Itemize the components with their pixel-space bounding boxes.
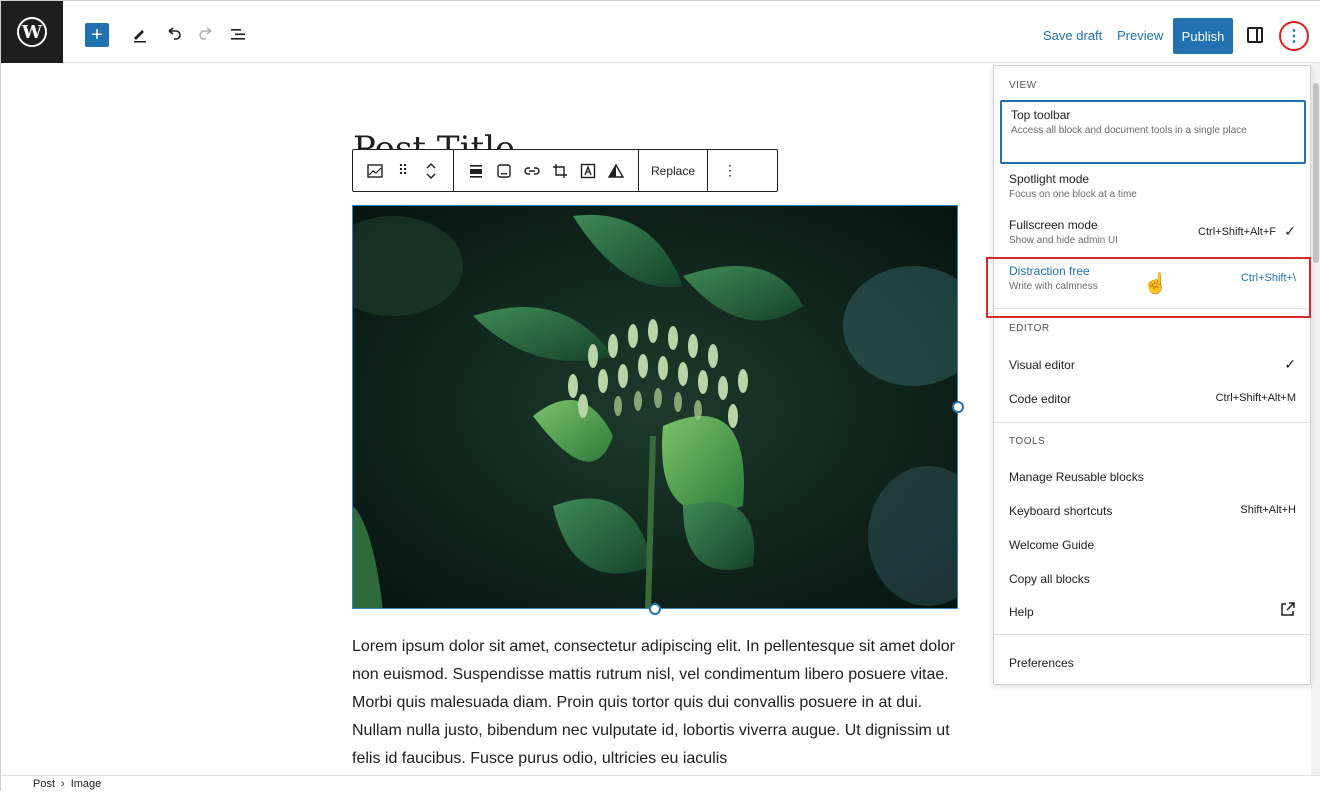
- chevron-right-icon: ›: [61, 778, 65, 790]
- menu-item-top-toolbar[interactable]: Top toolbar Access all block and documen…: [1000, 100, 1306, 164]
- list-view-icon: [231, 29, 245, 40]
- menu-divider: [994, 422, 1310, 423]
- editor-window: W + Save draft Preview Publish ⋮ Post Ti…: [0, 0, 1320, 792]
- checkmark-icon: ✓: [1284, 356, 1296, 372]
- menu-item-label: Copy all blocks: [1009, 572, 1090, 586]
- resize-handle-right[interactable]: [952, 401, 964, 413]
- move-up-down-icon[interactable]: [419, 159, 443, 183]
- save-draft-button[interactable]: Save draft: [1043, 28, 1102, 43]
- align-icon[interactable]: [464, 159, 488, 183]
- replace-button[interactable]: Replace: [647, 164, 699, 178]
- image-block-icon[interactable]: [363, 159, 387, 183]
- drag-handle-icon[interactable]: ⠿: [391, 159, 415, 183]
- link-icon[interactable]: [520, 159, 544, 183]
- options-menu: VIEW Top toolbar Access all block and do…: [993, 65, 1311, 685]
- options-button[interactable]: ⋮: [1279, 21, 1309, 51]
- menu-divider: [994, 634, 1310, 635]
- scrollbar-thumb[interactable]: [1313, 83, 1319, 263]
- duotone-icon[interactable]: [604, 159, 628, 183]
- wordpress-icon: W: [17, 17, 47, 47]
- pencil-icon: [134, 30, 146, 43]
- menu-item-visual-editor[interactable]: Visual editor ✓: [1000, 352, 1306, 378]
- preview-button[interactable]: Preview: [1117, 28, 1163, 43]
- breadcrumb-item-image[interactable]: Image: [71, 778, 102, 790]
- menu-item-manage-reusable[interactable]: Manage Reusable blocks: [1000, 464, 1306, 490]
- paragraph-block[interactable]: Lorem ipsum dolor sit amet, consectetur …: [352, 633, 958, 773]
- vertical-ellipsis-icon: ⋮: [1286, 28, 1302, 45]
- block-toolbar-group-tools: [454, 150, 639, 191]
- menu-item-preferences[interactable]: Preferences: [1000, 650, 1306, 676]
- redo-icon: [199, 27, 212, 40]
- menu-item-label: Manage Reusable blocks: [1009, 470, 1144, 484]
- redo-button[interactable]: [193, 21, 219, 47]
- menu-item-label: Preferences: [1009, 656, 1074, 670]
- image-block[interactable]: [352, 205, 958, 609]
- top-toolbar: W + Save draft Preview Publish ⋮: [1, 1, 1320, 63]
- menu-item-shortcut: Ctrl+Shift+Alt+M: [1215, 392, 1296, 404]
- menu-item-fullscreen[interactable]: Fullscreen mode Show and hide admin UI C…: [1000, 212, 1306, 252]
- menu-section-editor: EDITOR: [1009, 323, 1050, 334]
- resize-handle-bottom[interactable]: [649, 603, 661, 615]
- caption-icon[interactable]: [492, 159, 516, 183]
- block-toolbar-group-type: ⠿: [353, 150, 454, 191]
- hand-cursor-icon: ☝: [1143, 273, 1168, 295]
- publish-button[interactable]: Publish: [1173, 18, 1233, 54]
- menu-item-copy-all[interactable]: Copy all blocks: [1000, 566, 1306, 592]
- menu-item-code-editor[interactable]: Code editor Ctrl+Shift+Alt+M: [1000, 386, 1306, 412]
- sidebar-toggle-icon[interactable]: [1247, 27, 1263, 43]
- undo-icon: [168, 27, 181, 40]
- menu-item-shortcut: Shift+Alt+H: [1240, 504, 1296, 516]
- block-toolbar-group-more: ⋮: [708, 150, 752, 191]
- external-link-icon: [1280, 601, 1296, 620]
- menu-item-desc: Focus on one block at a time: [1009, 189, 1137, 200]
- menu-item-label: Help: [1009, 605, 1034, 619]
- menu-section-tools: TOOLS: [1009, 436, 1046, 447]
- menu-item-label: Welcome Guide: [1009, 538, 1095, 552]
- block-options-icon[interactable]: ⋮: [718, 159, 742, 183]
- menu-item-label: Visual editor: [1009, 358, 1075, 372]
- menu-item-help[interactable]: Help: [1000, 599, 1306, 625]
- menu-item-welcome-guide[interactable]: Welcome Guide: [1000, 532, 1306, 558]
- list-view-button[interactable]: [225, 21, 251, 47]
- block-toolbar-group-replace: Replace: [639, 150, 709, 191]
- add-block-button[interactable]: +: [85, 23, 109, 47]
- menu-item-spotlight[interactable]: Spotlight mode Focus on one block at a t…: [1000, 166, 1306, 206]
- menu-item-shortcut: Ctrl+Shift+Alt+F: [1198, 226, 1276, 238]
- undo-button[interactable]: [161, 21, 187, 47]
- wordpress-logo[interactable]: W: [1, 1, 63, 63]
- scrollbar[interactable]: [1311, 63, 1320, 775]
- menu-item-label: Top toolbar: [1011, 108, 1071, 122]
- menu-section-view: VIEW: [1009, 80, 1037, 91]
- menu-item-desc: Access all block and document tools in a…: [1011, 125, 1247, 136]
- crop-icon[interactable]: [548, 159, 572, 183]
- tools-button[interactable]: [127, 21, 153, 47]
- text-overlay-icon[interactable]: [576, 159, 600, 183]
- menu-item-keyboard-shortcuts[interactable]: Keyboard shortcuts Shift+Alt+H: [1000, 498, 1306, 524]
- plant-photo: [353, 206, 957, 608]
- breadcrumb-item-post[interactable]: Post: [33, 778, 55, 790]
- breadcrumb: Post › Image: [1, 775, 1320, 792]
- menu-item-label: Spotlight mode: [1009, 172, 1090, 186]
- block-toolbar: ⠿ Replace ⋮: [352, 149, 778, 192]
- checkmark-icon: ✓: [1284, 223, 1296, 239]
- plus-icon: +: [91, 23, 103, 46]
